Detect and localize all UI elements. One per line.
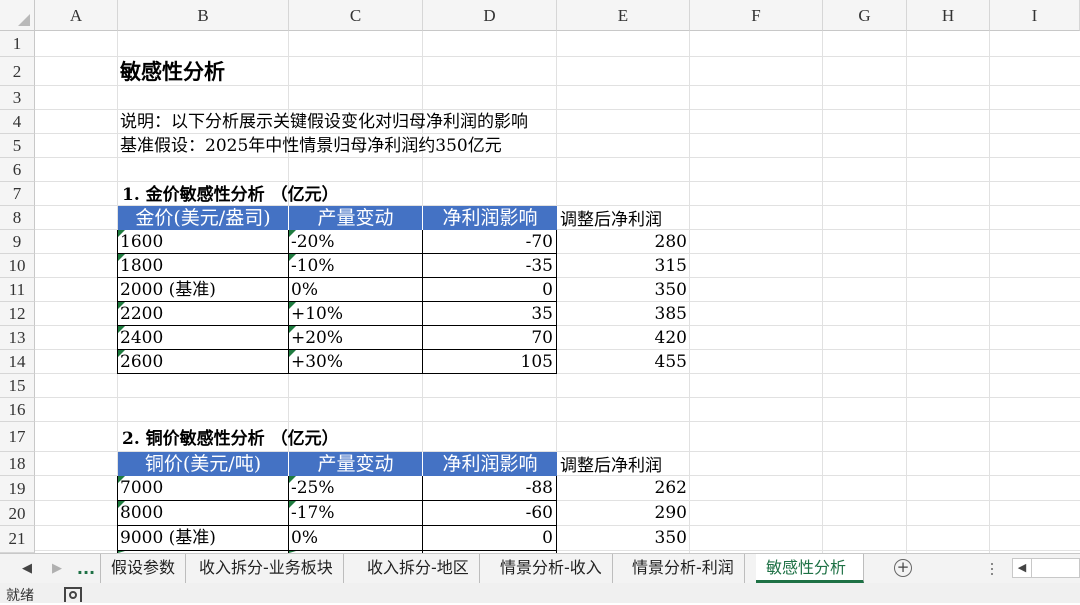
column-header-i[interactable]: I [990, 0, 1080, 31]
gold-header-impact[interactable]: 净利润影响 [423, 206, 557, 230]
gold-price-cell[interactable]: 1600 [117, 230, 289, 254]
row-header-7[interactable]: 7 [0, 182, 35, 206]
copper-header-price[interactable]: 铜价(美元/吨) [118, 452, 289, 476]
status-bar: 就绪 [0, 583, 1080, 604]
gold-change-cell[interactable]: +20% [289, 326, 423, 350]
column-header-f[interactable]: F [690, 0, 823, 31]
row-header-8[interactable]: 8 [0, 206, 35, 230]
row-header-2[interactable]: 2 [0, 57, 35, 86]
gold-price-cell[interactable]: 2400 [117, 326, 289, 350]
spreadsheet-grid[interactable]: A B C D E F G H I 1 2 3 4 5 6 7 8 9 10 1… [0, 0, 1080, 553]
tab-scenario-revenue[interactable]: 情景分析-收入 [490, 554, 613, 583]
gold-header-adjusted: 调整后净利润 [560, 210, 662, 230]
copper-adjusted-cell[interactable]: 350 [557, 526, 690, 551]
gold-header-change[interactable]: 产量变动 [289, 206, 423, 230]
copper-section-heading: 2. 铜价敏感性分析 （亿元） [122, 429, 339, 449]
tab-revenue-region[interactable]: 收入拆分-地区 [357, 554, 480, 583]
column-header-e[interactable]: E [557, 0, 690, 31]
scroll-left-arrow-icon[interactable]: ◀ [1013, 559, 1032, 577]
copper-change-cell[interactable]: 0% [289, 526, 423, 551]
row-header-12[interactable]: 12 [0, 302, 35, 326]
row-header-15[interactable]: 15 [0, 374, 35, 398]
copper-price-cell[interactable]: 7000 [117, 476, 289, 501]
row-header-1[interactable]: 1 [0, 31, 35, 57]
gold-change-cell[interactable]: +30% [289, 350, 423, 374]
gold-adjusted-cell[interactable]: 315 [557, 254, 690, 278]
tab-revenue-segment[interactable]: 收入拆分-业务板块 [189, 554, 344, 583]
gold-impact-cell[interactable]: -35 [423, 254, 557, 278]
row-header-13[interactable]: 13 [0, 326, 35, 350]
row-header-11[interactable]: 11 [0, 278, 35, 302]
row-header-20[interactable]: 20 [0, 501, 35, 526]
scroll-tabs-left-button[interactable]: ◀ [16, 554, 38, 583]
gold-section-heading: 1. 金价敏感性分析 （亿元） [122, 185, 339, 205]
select-all-corner[interactable] [0, 0, 35, 31]
macro-record-icon[interactable] [64, 587, 82, 602]
copper-adjusted-cell[interactable]: 290 [557, 501, 690, 526]
row-header-6[interactable]: 6 [0, 158, 35, 182]
gold-change-cell[interactable]: +10% [289, 302, 423, 326]
gold-change-cell[interactable]: -10% [289, 254, 423, 278]
copper-adjusted-cell[interactable]: 262 [557, 476, 690, 501]
row-header-10[interactable]: 10 [0, 254, 35, 278]
note-description: 说明：以下分析展示关键假设变化对归母净利润的影响 [120, 112, 528, 132]
row-header-5[interactable]: 5 [0, 134, 35, 158]
gold-impact-cell[interactable]: -70 [423, 230, 557, 254]
copper-header-change[interactable]: 产量变动 [289, 452, 423, 476]
row-header-19[interactable]: 19 [0, 476, 35, 501]
sheet-title: 敏感性分析 [120, 59, 225, 84]
gold-impact-cell[interactable]: 35 [423, 302, 557, 326]
gold-change-cell[interactable]: -20% [289, 230, 423, 254]
row-header-4[interactable]: 4 [0, 110, 35, 134]
copper-price-cell[interactable]: 8000 [117, 501, 289, 526]
gold-adjusted-cell[interactable]: 280 [557, 230, 690, 254]
column-header-g[interactable]: G [823, 0, 907, 31]
more-tabs-button[interactable]: ... [73, 554, 99, 583]
tab-sensitivity[interactable]: 敏感性分析 [756, 554, 864, 583]
column-header-c[interactable]: C [289, 0, 423, 31]
copper-change-cell[interactable]: -25% [289, 476, 423, 501]
gold-adjusted-cell[interactable]: 420 [557, 326, 690, 350]
scroll-tabs-right-button[interactable]: ▶ [46, 554, 68, 583]
gold-adjusted-cell[interactable]: 455 [557, 350, 690, 374]
copper-change-cell[interactable]: -17% [289, 501, 423, 526]
copper-impact-cell[interactable]: -60 [423, 501, 557, 526]
gold-impact-cell[interactable]: 70 [423, 326, 557, 350]
gold-price-cell[interactable]: 1800 [117, 254, 289, 278]
column-header-b[interactable]: B [118, 0, 289, 31]
tab-scenario-profit[interactable]: 情景分析-利润 [622, 554, 745, 583]
row-header-14[interactable]: 14 [0, 350, 35, 374]
row-header-3[interactable]: 3 [0, 86, 35, 110]
gold-header-price[interactable]: 金价(美元/盎司) [118, 206, 289, 230]
row-header-16[interactable]: 16 [0, 398, 35, 422]
column-header-h[interactable]: H [907, 0, 990, 31]
sheet-tab-bar: ◀ ▶ ... 假设参数 收入拆分-业务板块 收入拆分-地区 情景分析-收入 情… [0, 553, 1080, 583]
tab-assumptions[interactable]: 假设参数 [100, 554, 187, 583]
gold-adjusted-cell[interactable]: 350 [557, 278, 690, 302]
copper-header-impact[interactable]: 净利润影响 [423, 452, 557, 476]
status-ready-text: 就绪 [6, 588, 34, 604]
copper-header-adjusted: 调整后净利润 [560, 456, 662, 476]
gold-change-cell[interactable]: 0% [289, 278, 423, 302]
copper-impact-cell[interactable]: 0 [423, 526, 557, 551]
gold-price-cell[interactable]: 2600 [117, 350, 289, 374]
horizontal-scrollbar[interactable]: ◀ [1012, 558, 1080, 578]
column-header-d[interactable]: D [423, 0, 557, 31]
copper-price-cell[interactable]: 9000 (基准) [117, 526, 289, 551]
gold-adjusted-cell[interactable]: 385 [557, 302, 690, 326]
row-header-9[interactable]: 9 [0, 230, 35, 254]
gold-price-cell[interactable]: 2000 (基准) [117, 278, 289, 302]
gold-price-cell[interactable]: 2200 [117, 302, 289, 326]
gold-impact-cell[interactable]: 105 [423, 350, 557, 374]
tab-split-handle[interactable] [990, 562, 994, 576]
add-sheet-button[interactable]: + [894, 559, 912, 577]
row-header-17[interactable]: 17 [0, 422, 35, 452]
row-header-21[interactable]: 21 [0, 526, 35, 553]
column-header-a[interactable]: A [35, 0, 118, 31]
note-baseline: 基准假设：2025年中性情景归母净利润约350亿元 [120, 136, 502, 156]
row-header-18[interactable]: 18 [0, 452, 35, 476]
gold-impact-cell[interactable]: 0 [423, 278, 557, 302]
copper-impact-cell[interactable]: -88 [423, 476, 557, 501]
